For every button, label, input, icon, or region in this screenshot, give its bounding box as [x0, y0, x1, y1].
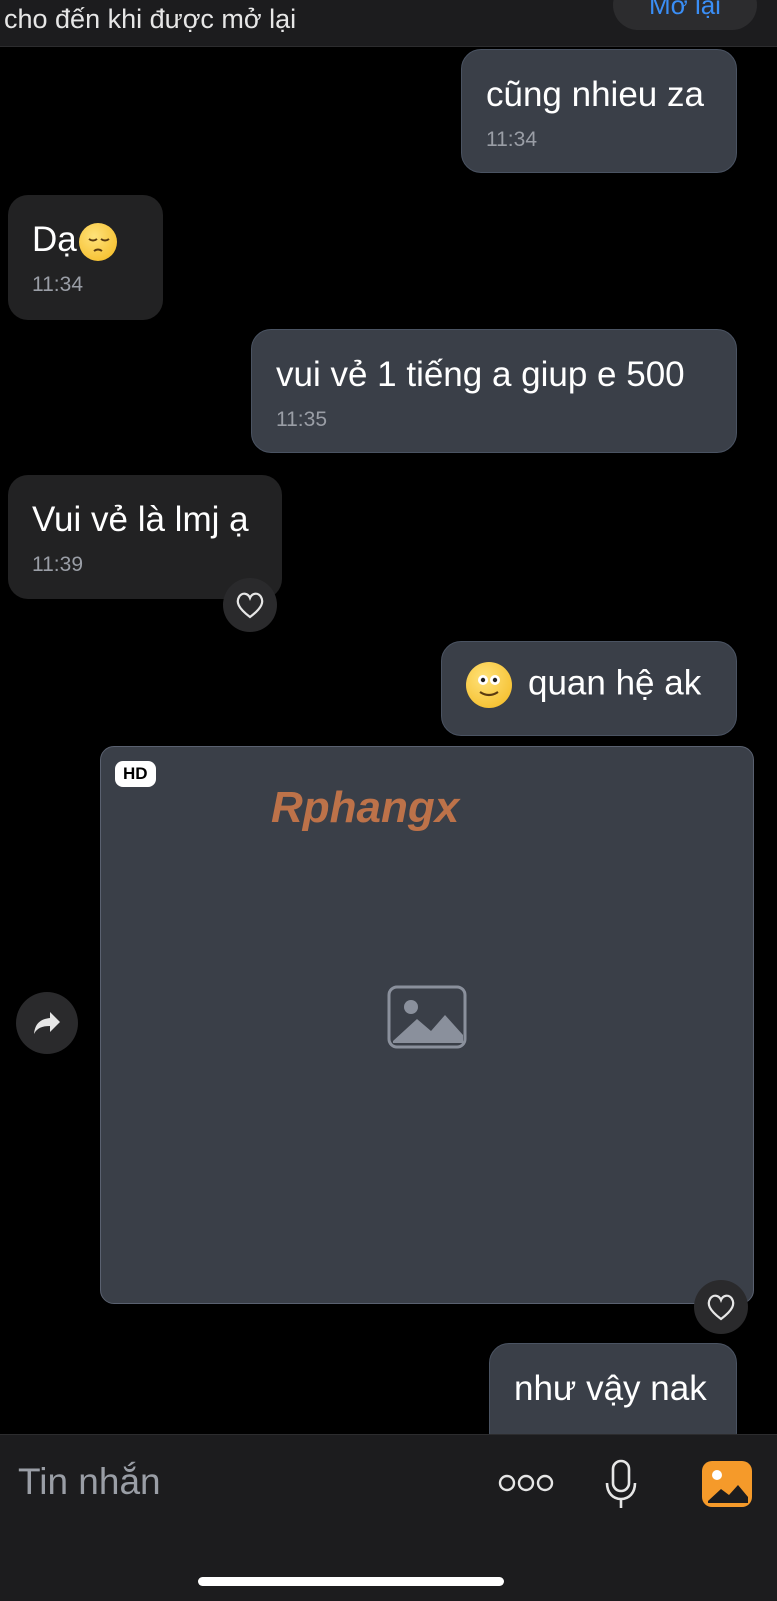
heart-icon[interactable]	[694, 1280, 748, 1334]
message-bubble-outgoing[interactable]: vui vẻ 1 tiếng a giup e 500 11:35	[251, 329, 737, 453]
message-time: 11:39	[32, 553, 83, 576]
message-text: Vui vẻ là lmj ạ	[32, 500, 249, 539]
home-indicator	[198, 1577, 504, 1586]
message-composer: Tin nhắn	[0, 1434, 777, 1601]
message-text: Dạ	[32, 219, 139, 261]
message-text: quan hệ ak	[466, 662, 712, 708]
message-bubble-incoming[interactable]: Dạ 11:34	[8, 195, 163, 320]
microphone-icon[interactable]	[604, 1459, 638, 1511]
pensive-face-emoji	[78, 222, 117, 261]
image-placeholder-icon	[387, 985, 467, 1049]
hd-badge: HD	[115, 761, 156, 787]
gallery-icon[interactable]	[702, 1461, 752, 1507]
heart-icon[interactable]	[223, 578, 277, 632]
message-time: 11:34	[486, 128, 537, 151]
message-bubble-outgoing[interactable]: cũng nhieu za 11:34	[461, 49, 737, 173]
blocked-banner: cho đến khi được mở lại Mở lại	[0, 0, 777, 47]
message-text: vui vẻ 1 tiếng a giup e 500	[276, 355, 685, 394]
message-text: cũng nhieu za	[486, 75, 704, 114]
banner-notice: cho đến khi được mở lại	[4, 4, 297, 34]
message-time: 11:35	[276, 408, 327, 431]
forward-icon[interactable]	[16, 992, 78, 1054]
shared-image-message[interactable]: HD Rphangx	[100, 746, 754, 1304]
message-bubble-outgoing[interactable]: quan hệ ak	[441, 641, 737, 736]
message-input[interactable]: Tin nhắn	[18, 1461, 161, 1503]
reopen-button[interactable]: Mở lại	[613, 0, 757, 30]
image-watermark: Rphangx	[271, 783, 460, 832]
smiling-face-emoji	[466, 662, 512, 708]
message-text: như vậy nak	[514, 1369, 707, 1408]
more-icon[interactable]	[498, 1473, 554, 1493]
message-time: 11:34	[32, 273, 83, 296]
